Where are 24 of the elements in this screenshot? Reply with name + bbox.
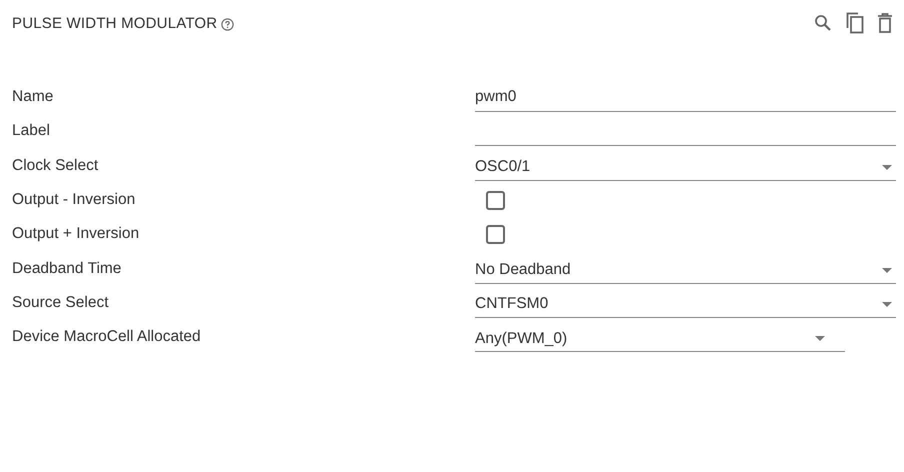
field-label: Deadband Time [12,260,122,278]
text-field[interactable]: pwm0 [475,82,896,112]
delete-icon[interactable] [878,13,892,33]
field-label: Source Select [12,294,110,312]
copy-icon[interactable] [846,12,864,34]
caret-icon [882,164,892,170]
caret-icon [815,336,826,342]
field-label: Output + Inversion [12,225,140,244]
panel-title: PULSE WIDTH MODULATOR [12,14,218,32]
dropdown[interactable]: No Deadband [475,254,896,284]
field-label: Label [12,122,51,140]
field-label: Output - Inversion [12,191,136,210]
dropdown[interactable]: CNTFSM0 [475,288,896,318]
field-label: Clock Select [12,156,100,175]
help-icon[interactable] [221,18,234,30]
dropdown[interactable]: Any(PWM_0) [475,322,846,352]
field-label: Device MacroCell Allocated [12,328,202,346]
field-label: Name [12,88,54,106]
checkbox[interactable] [486,190,505,210]
caret-icon [882,268,892,273]
dropdown[interactable]: OSC0/1 [475,150,896,181]
search-icon[interactable] [814,14,832,32]
checkbox[interactable] [486,224,505,244]
caret-icon [882,302,892,307]
